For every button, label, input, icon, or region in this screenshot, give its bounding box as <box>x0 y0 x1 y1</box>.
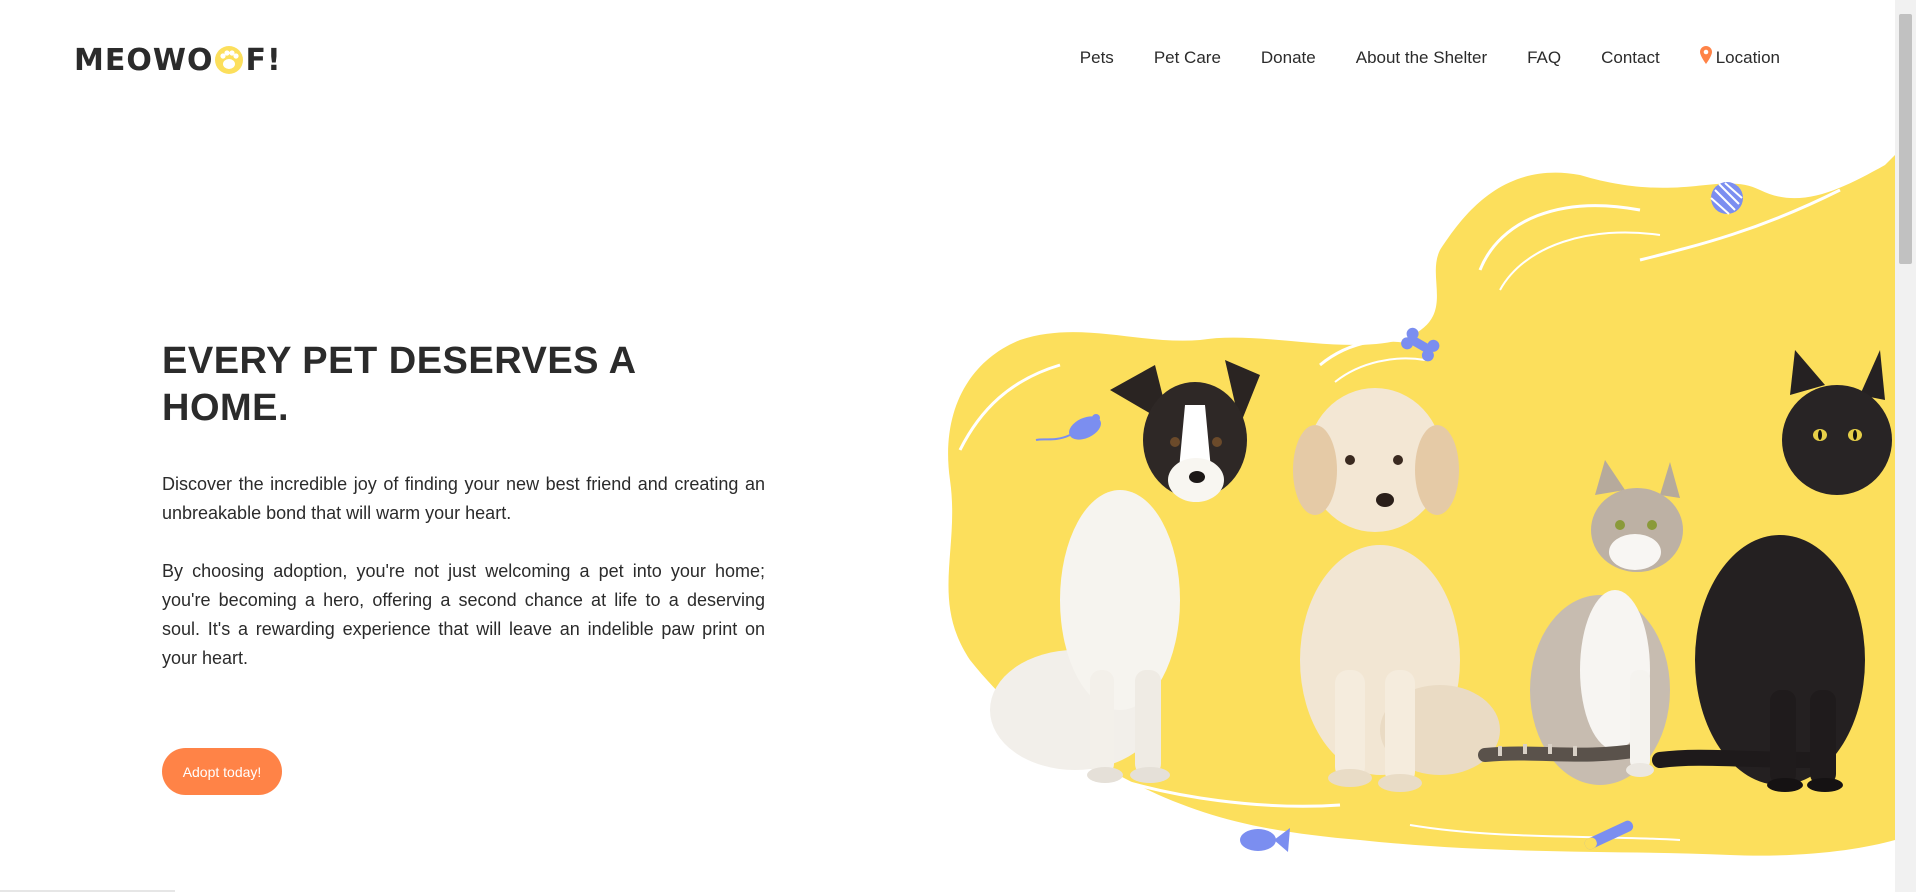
nav-item-pets[interactable]: Pets <box>1080 48 1114 68</box>
nav-item-contact[interactable]: Contact <box>1601 48 1660 68</box>
logo-text-suffix: F! <box>245 42 282 78</box>
scrollbar-thumb[interactable] <box>1899 14 1912 264</box>
hero-title: EVERY PET DESERVES A HOME. <box>162 340 636 429</box>
map-pin-icon <box>1699 46 1712 64</box>
yarn-ball-icon <box>1710 182 1743 215</box>
page: MEOWO F! Pets Pet Care Donate About the … <box>0 0 1895 892</box>
hero-illustration <box>940 150 1895 870</box>
brand-logo[interactable]: MEOWO F! <box>74 40 282 80</box>
nav-item-location-label: Location <box>1715 48 1780 67</box>
logo-text-prefix: MEOWO <box>74 42 214 78</box>
nav-item-donate[interactable]: Donate <box>1261 48 1316 68</box>
nav-item-about-the-shelter[interactable]: About the Shelter <box>1356 48 1487 68</box>
nav-item-location[interactable]: Location <box>1699 46 1780 68</box>
nav-item-faq[interactable]: FAQ <box>1527 48 1561 68</box>
main-nav: Pets Pet Care Donate About the Shelter F… <box>1040 46 1780 68</box>
hero-paragraph-1: Discover the incredible joy of finding y… <box>162 474 765 523</box>
paw-icon <box>214 45 244 75</box>
fish-icon <box>1240 828 1290 852</box>
vertical-scrollbar[interactable] <box>1895 0 1916 892</box>
nav-item-pet-care[interactable]: Pet Care <box>1154 48 1221 68</box>
adopt-today-button[interactable]: Adopt today! <box>162 748 282 795</box>
hero-paragraph-2: By choosing adoption, you're not just we… <box>162 561 765 668</box>
